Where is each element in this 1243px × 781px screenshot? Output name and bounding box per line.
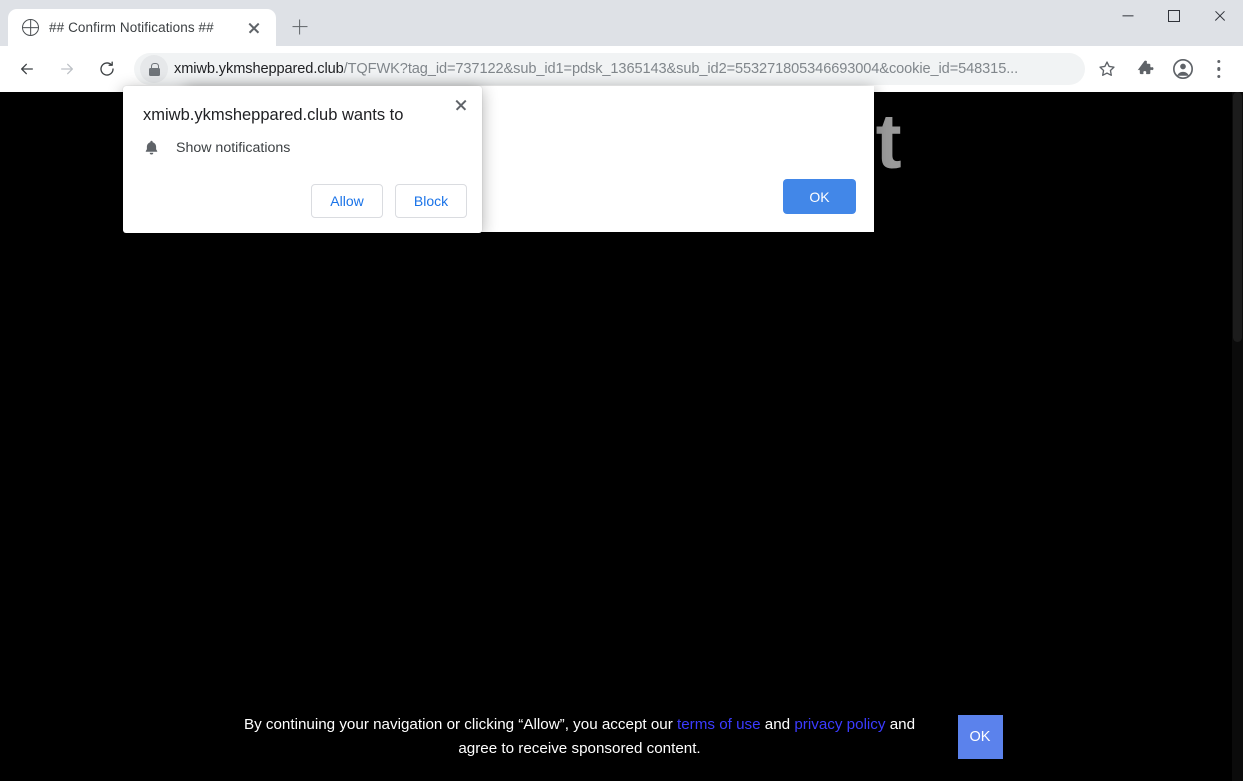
new-tab-button[interactable] [285, 12, 314, 41]
consent-text: By continuing your navigation or clickin… [230, 713, 930, 760]
alert-ok-button[interactable]: OK [783, 179, 856, 214]
arrow-left-icon [21, 63, 33, 75]
puzzle-icon [1137, 60, 1154, 75]
url-path: /TQFWK?tag_id=737122&sub_id1=pdsk_136514… [343, 61, 1019, 77]
url-text: xmiwb.ykmsheppared.club/TQFWK?tag_id=737… [168, 61, 1079, 77]
reload-icon [100, 61, 114, 76]
consent-banner: By continuing your navigation or clickin… [0, 693, 1232, 781]
allow-button[interactable]: Allow [311, 184, 383, 218]
privacy-policy-link[interactable]: privacy policy [794, 716, 885, 733]
close-icon[interactable] [448, 92, 474, 118]
close-window-icon[interactable] [1197, 0, 1243, 32]
maximize-icon[interactable] [1151, 0, 1197, 32]
back-button[interactable] [8, 50, 46, 88]
browser-tab[interactable]: ## Confirm Notifications ## [8, 9, 276, 46]
extensions-button[interactable] [1127, 51, 1163, 87]
browser-window: ## Confirm Notifications ## xmiwb.ykmshe… [0, 0, 1243, 781]
forward-button[interactable] [48, 50, 86, 88]
globe-icon [22, 19, 39, 36]
reload-button[interactable] [88, 50, 126, 88]
permission-row: Show notifications [143, 138, 290, 157]
arrow-right-icon [61, 63, 73, 75]
lock-icon [148, 62, 160, 76]
address-bar[interactable]: xmiwb.ykmsheppared.club/TQFWK?tag_id=737… [134, 53, 1085, 85]
account-avatar-icon [1173, 59, 1193, 79]
bell-icon [143, 138, 160, 157]
permission-dialog-title: xmiwb.ykmsheppared.club wants to [143, 106, 404, 124]
tab-title: ## Confirm Notifications ## [49, 20, 214, 35]
permission-buttons: Allow Block [311, 184, 467, 218]
bookmark-button[interactable] [1089, 51, 1125, 87]
block-button[interactable]: Block [395, 184, 467, 218]
consent-ok-button[interactable]: OK [957, 715, 1003, 759]
notification-permission-dialog: xmiwb.ykmsheppared.club wants to Show no… [123, 86, 482, 233]
site-info-button[interactable] [140, 55, 168, 83]
profile-button[interactable] [1165, 51, 1201, 87]
scrollbar-thumb[interactable] [1233, 92, 1242, 342]
window-controls [1105, 0, 1243, 32]
three-dots-icon[interactable] [1203, 51, 1235, 87]
minimize-icon[interactable] [1105, 0, 1151, 32]
close-icon[interactable] [242, 16, 266, 40]
vertical-scrollbar[interactable] [1232, 92, 1243, 781]
url-host: xmiwb.ykmsheppared.club [174, 61, 344, 77]
consent-text-between: and [760, 716, 795, 734]
terms-of-use-link[interactable]: terms of use [677, 716, 761, 733]
tab-strip: ## Confirm Notifications ## [0, 0, 1243, 46]
permission-label: Show notifications [176, 139, 291, 156]
star-icon [1099, 61, 1115, 76]
consent-text-before: By continuing your navigation or clickin… [243, 716, 677, 734]
